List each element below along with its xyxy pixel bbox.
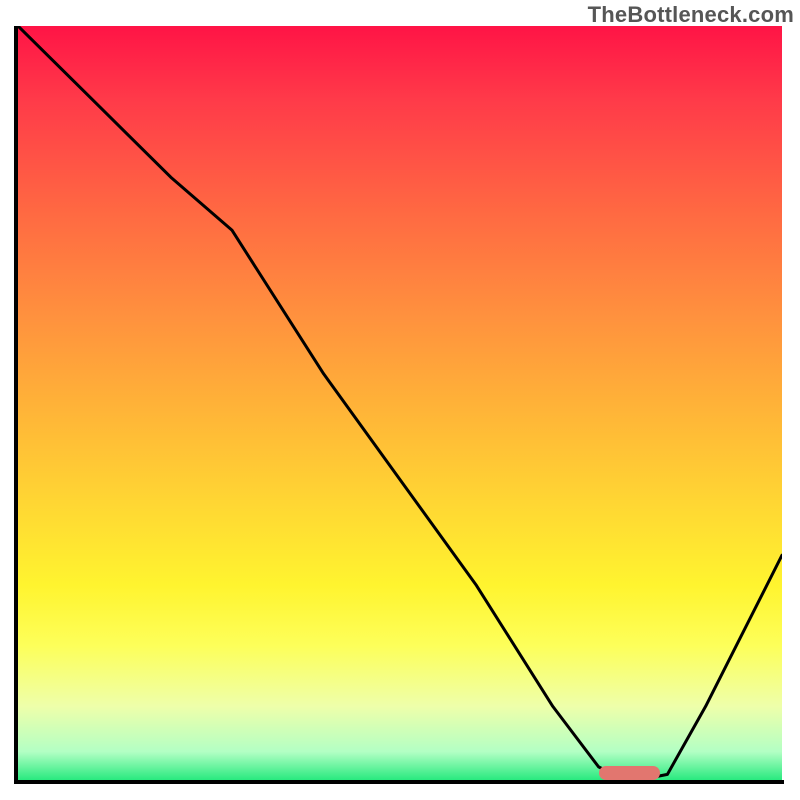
watermark-text: TheBottleneck.com: [588, 2, 794, 28]
bottleneck-curve: [18, 26, 782, 782]
chart-frame: TheBottleneck.com: [0, 0, 800, 800]
y-axis: [14, 26, 18, 782]
optimal-range-marker: [599, 766, 660, 780]
plot-area: [18, 26, 782, 782]
x-axis: [14, 780, 784, 784]
